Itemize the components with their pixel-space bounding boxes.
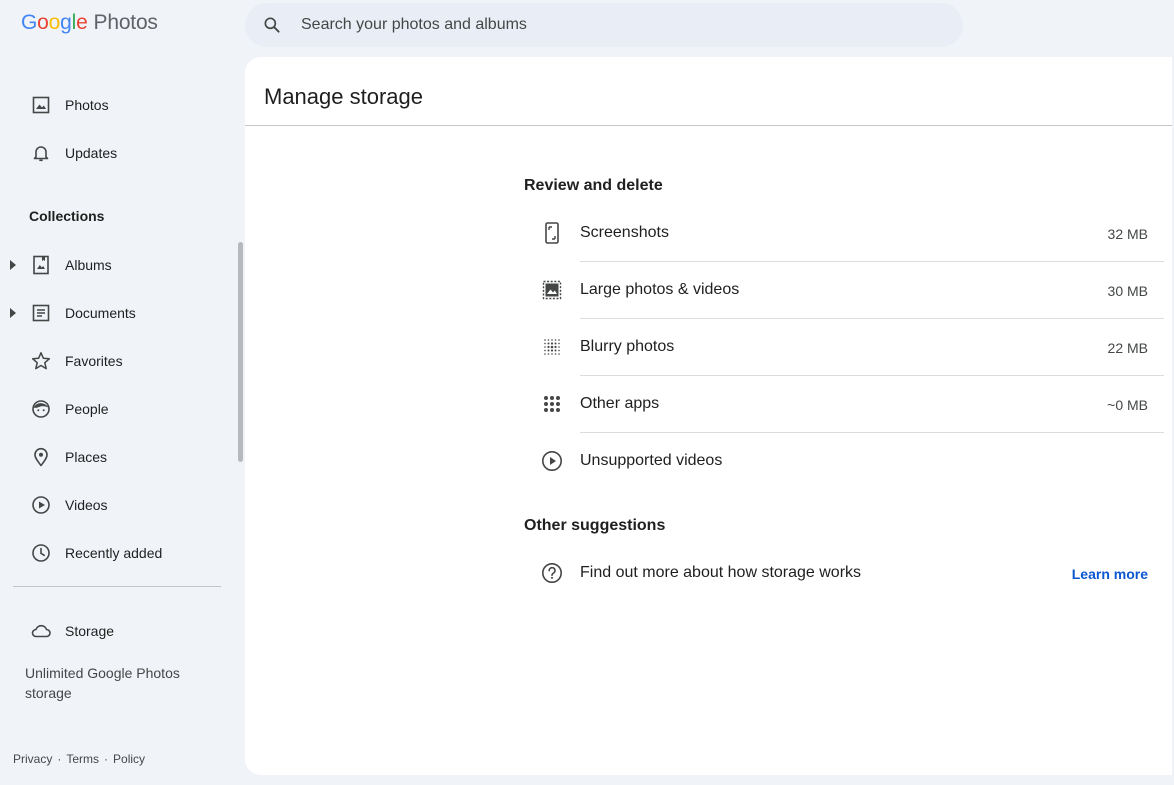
- apps-grid-icon: [540, 392, 564, 416]
- sidebar-scrollbar[interactable]: [238, 242, 243, 462]
- face-icon: [29, 397, 53, 421]
- logo-letter: g: [60, 11, 72, 34]
- footer-links: Privacy · Terms · Policy: [13, 752, 145, 766]
- row-label: Other apps: [580, 395, 660, 412]
- document-icon: [29, 301, 53, 325]
- sidebar-item-label: Updates: [65, 145, 118, 161]
- sidebar-item-label: Albums: [65, 257, 112, 273]
- blur-icon: [540, 335, 564, 359]
- sidebar-item-videos[interactable]: Videos: [0, 485, 232, 525]
- manage-storage-panel: Manage storage Review and delete Screens…: [245, 57, 1172, 775]
- phone-screenshot-icon: [540, 221, 564, 245]
- play-circle-icon: [540, 449, 564, 473]
- sidebar-item-label: Favorites: [65, 353, 123, 369]
- row-label: Screenshots: [580, 224, 669, 241]
- sidebar-item-places[interactable]: Places: [0, 437, 232, 477]
- logo-letter: G: [21, 11, 38, 34]
- logo-letter: o: [37, 11, 49, 34]
- search-bar[interactable]: [245, 3, 963, 47]
- search-icon[interactable]: [262, 15, 282, 35]
- policy-link[interactable]: Policy: [113, 752, 145, 766]
- photo-icon: [29, 93, 53, 117]
- row-size: ~0 MB: [1107, 397, 1148, 413]
- expand-caret-icon[interactable]: [9, 308, 17, 318]
- logo-letter: e: [76, 11, 88, 34]
- google-photos-logo[interactable]: Google Photos: [21, 11, 158, 39]
- review-heading: Review and delete: [524, 177, 663, 194]
- sidebar-item-label: Photos: [65, 97, 109, 113]
- sidebar: Photos Updates Collections Albums Docume…: [0, 57, 245, 785]
- page-title: Manage storage: [264, 84, 423, 109]
- expand-caret-icon[interactable]: [9, 260, 17, 270]
- review-row-other-apps[interactable]: Other apps ~0 MB: [524, 376, 1164, 433]
- review-row-unsupported-videos[interactable]: Unsupported videos: [524, 433, 1164, 490]
- terms-link[interactable]: Terms: [66, 752, 99, 766]
- footer-separator: ·: [57, 752, 62, 766]
- sidebar-item-photos[interactable]: Photos: [0, 85, 232, 125]
- sidebar-item-people[interactable]: People: [0, 389, 232, 429]
- album-icon: [29, 253, 53, 277]
- row-label: Unsupported videos: [580, 452, 723, 469]
- suggestion-row-storage-help[interactable]: Find out more about how storage works Le…: [524, 545, 1164, 602]
- review-row-blurry-photos[interactable]: Blurry photos 22 MB: [524, 319, 1164, 376]
- bell-icon: [29, 141, 53, 165]
- sidebar-item-label: People: [65, 401, 109, 417]
- title-divider: [245, 125, 1172, 126]
- sidebar-item-updates[interactable]: Updates: [0, 133, 232, 173]
- collections-heading: Collections: [29, 208, 105, 224]
- learn-more-link[interactable]: Learn more: [1072, 566, 1148, 582]
- sidebar-item-label: Places: [65, 449, 108, 465]
- sidebar-item-label: Documents: [65, 305, 136, 321]
- sidebar-item-albums[interactable]: Albums: [0, 245, 232, 285]
- search-input[interactable]: [301, 11, 901, 39]
- pin-icon: [29, 445, 53, 469]
- row-label: Find out more about how storage works: [580, 564, 862, 581]
- storage-note: Unlimited Google Photos storage: [25, 665, 180, 701]
- sidebar-item-label: Videos: [65, 497, 108, 513]
- footer-separator: ·: [104, 752, 109, 766]
- review-row-screenshots[interactable]: Screenshots 32 MB: [524, 205, 1164, 262]
- logo-letter: o: [48, 11, 61, 34]
- large-photo-icon: [540, 278, 564, 302]
- help-icon: [540, 561, 564, 585]
- row-label: Blurry photos: [580, 338, 675, 355]
- privacy-link[interactable]: Privacy: [13, 752, 52, 766]
- sidebar-item-label: Storage: [65, 623, 115, 639]
- row-size: 22 MB: [1107, 340, 1148, 356]
- play-icon: [29, 493, 53, 517]
- sidebar-divider: [13, 586, 221, 587]
- row-label: Large photos & videos: [580, 281, 740, 298]
- sidebar-item-favorites[interactable]: Favorites: [0, 341, 232, 381]
- sidebar-item-storage[interactable]: Storage: [0, 611, 232, 651]
- sidebar-item-label: Recently added: [65, 545, 163, 561]
- sidebar-item-documents[interactable]: Documents: [0, 293, 232, 333]
- cloud-icon: [29, 619, 53, 643]
- product-name: Photos: [93, 11, 158, 34]
- star-icon: [29, 349, 53, 373]
- clock-icon: [29, 541, 53, 565]
- row-size: 30 MB: [1107, 283, 1148, 299]
- sidebar-item-recently-added[interactable]: Recently added: [0, 533, 232, 573]
- row-size: 32 MB: [1107, 226, 1148, 242]
- suggestions-heading: Other suggestions: [524, 517, 666, 534]
- review-row-large-photos-videos[interactable]: Large photos & videos 30 MB: [524, 262, 1164, 319]
